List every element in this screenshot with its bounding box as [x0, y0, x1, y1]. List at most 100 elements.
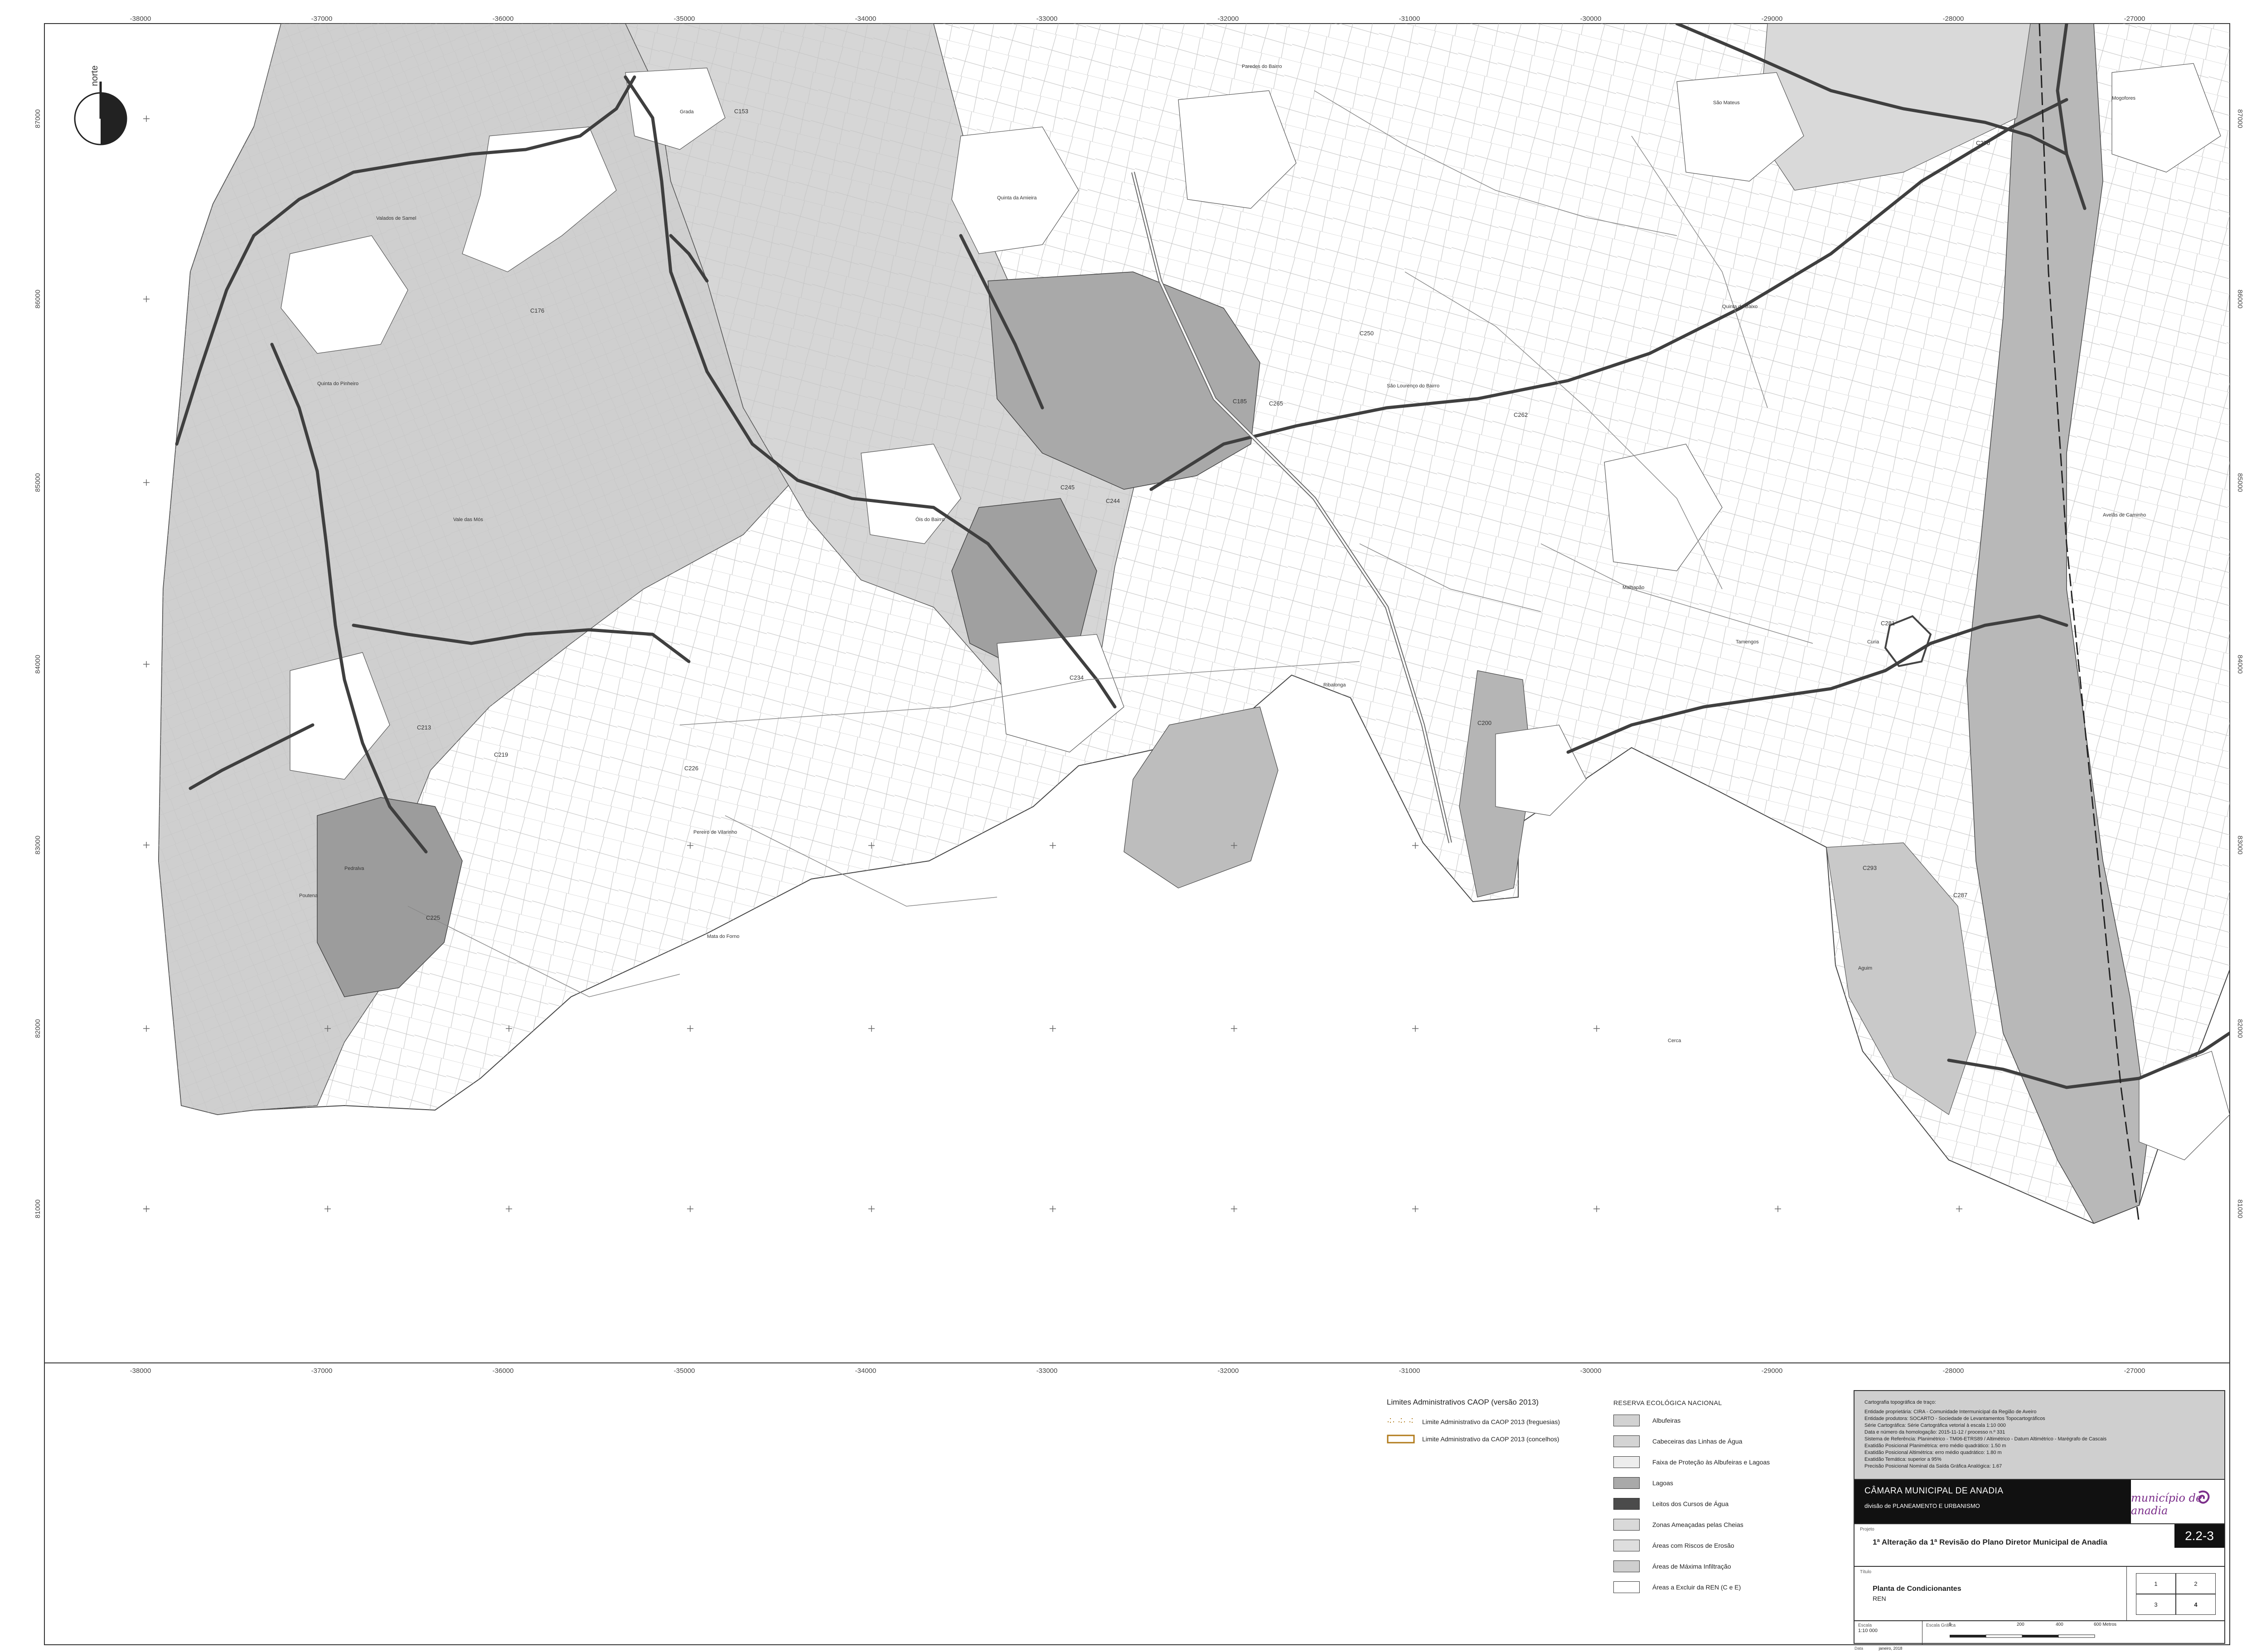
place-label: Poutena	[299, 893, 318, 898]
date-cell: Data janeiro, 2018	[1854, 1644, 1922, 1651]
feature-code: C250	[1360, 330, 1374, 337]
x-tick-label: -34000	[855, 15, 876, 23]
credits-line: Data e número da homologação: 2015-11-12…	[1864, 1430, 2005, 1435]
place-label: Tamengos	[1736, 639, 1759, 645]
y-tick-label: 83000	[34, 836, 42, 855]
legend-ren-item: Faixa de Proteção às Albufeiras e Lagoas	[1613, 1452, 1822, 1473]
x-tick-label: -27000	[2124, 1367, 2145, 1375]
sheet-number: 2.2-3	[2174, 1524, 2224, 1548]
legend-ren-item: Áreas a Excluir da REN (C e E)	[1613, 1577, 1822, 1598]
project-label: Projeto	[1860, 1527, 1874, 1532]
credits-line: Exatidão Posicional Planimétrica: erro m…	[1864, 1443, 2006, 1449]
legend-ren-label: Leitos dos Cursos de Água	[1652, 1500, 1729, 1507]
x-tick-label: -32000	[1218, 15, 1239, 23]
y-tick-label: 84000	[34, 655, 42, 674]
y-tick-label: 87000	[2236, 109, 2244, 128]
x-tick-label: -36000	[493, 1367, 514, 1375]
legend-swatch	[1613, 1435, 1640, 1447]
x-tick-label: -27000	[2124, 15, 2145, 23]
place-label: Quinta da Amieira	[997, 195, 1037, 201]
feature-code: C293	[1863, 865, 1877, 871]
scale-and-date: Escala 1:10 000 Escala Gráfica 0 200 400…	[1854, 1620, 2224, 1645]
sheet-index: 1 2 3 4	[2126, 1566, 2225, 1621]
title-section: Título Planta de Condicionantes REN	[1854, 1566, 2126, 1621]
feature-code: C281	[1881, 620, 1895, 627]
x-tick-label: -38000	[130, 1367, 151, 1375]
legend-ren-label: Áreas com Riscos de Erosão	[1652, 1542, 1734, 1549]
scale-label: Escala	[1858, 1623, 1872, 1628]
double-boundary-icon	[1387, 1434, 1415, 1444]
legend-ren-label: Zonas Ameaçadas pelas Cheias	[1652, 1521, 1743, 1528]
place-label: São Lourenço do Bairro	[1387, 383, 1439, 389]
feature-code: C270	[1976, 140, 1990, 146]
title-block: Cartografia topográfica de traço: Entida…	[1854, 1390, 2225, 1645]
legend-ren-item: Zonas Ameaçadas pelas Cheias	[1613, 1514, 1822, 1535]
sheet-index-cell: 2	[2176, 1573, 2216, 1594]
y-tick-labels-right: 87000 86000 85000 84000 83000 82000 8100…	[2236, 109, 2244, 1218]
x-tick-label: -30000	[1580, 1367, 1602, 1375]
credits-line: Exatidão Temática: superior a 95%	[1864, 1457, 1942, 1462]
legend-ren-label: Cabeceiras das Linhas de Água	[1652, 1438, 1743, 1445]
x-tick-label: -34000	[855, 1367, 876, 1375]
y-tick-label: 81000	[34, 1199, 42, 1218]
graphic-scale-tick: 0	[1949, 1622, 1951, 1627]
legend-ren-item: Cabeceiras das Linhas de Água	[1613, 1431, 1822, 1452]
feature-code: C265	[1269, 400, 1283, 407]
credits-line: Entidade produtora: SOCARTO - Sociedade …	[1864, 1416, 2045, 1421]
feature-code: C245	[1060, 484, 1075, 491]
logo-wordmark: município de anadia	[2131, 1492, 2203, 1517]
feature-code: C262	[1514, 411, 1528, 418]
y-tick-label: 86000	[34, 290, 42, 309]
feature-code: C225	[426, 914, 440, 921]
title-label: Título	[1860, 1570, 1872, 1575]
dashed-boundary-icon	[1387, 1416, 1415, 1427]
feature-code: C200	[1477, 720, 1491, 726]
place-label: Curia	[1867, 639, 1879, 645]
y-tick-label: 87000	[34, 109, 42, 128]
feature-code: C219	[494, 751, 508, 758]
y-tick-label: 82000	[2236, 1019, 2244, 1038]
feature-code: C234	[1070, 674, 1084, 681]
municipality-logo: município de anadia	[2131, 1480, 2224, 1523]
x-tick-label: -37000	[311, 1367, 333, 1375]
legend-ren-label: Lagoas	[1652, 1479, 1673, 1487]
feature-code: C153	[734, 108, 748, 115]
north-arrow: norte	[74, 65, 127, 145]
place-label: Quinta do Pinheiro	[317, 381, 358, 386]
y-tick-label: 86000	[2236, 290, 2244, 309]
legend-caop-title: Limites Administrativos CAOP (versão 201…	[1387, 1398, 1539, 1406]
place-label: Mata do Forno	[707, 934, 740, 939]
date-label: Data	[1854, 1646, 1864, 1651]
credits-line: Sistema de Referência: Planimétrico - TM…	[1864, 1436, 2107, 1442]
project-name: 1ª Alteração da 1ª Revisão do Plano Dire…	[1873, 1538, 2107, 1546]
feature-code: C244	[1106, 498, 1120, 504]
x-tick-label: -33000	[1036, 15, 1058, 23]
place-label: Óis do Bairro	[915, 517, 944, 522]
sheet-index-cell: 4	[2176, 1594, 2216, 1615]
x-tick-label: -29000	[1762, 15, 1783, 23]
place-label: Quinta de Baixo	[1722, 304, 1758, 309]
legend-ren-label: Áreas a Excluir da REN (C e E)	[1652, 1584, 1741, 1591]
x-tick-label: -29000	[1762, 1367, 1783, 1375]
legend-swatch	[1613, 1581, 1640, 1593]
y-tick-labels-left: 87000 86000 85000 84000 83000 82000 8100…	[34, 109, 42, 1218]
graphic-scale-cell: Escala Gráfica 0 200 400 600 Metros	[1922, 1621, 2224, 1645]
place-label: Avelãs de Caminho	[2103, 512, 2146, 518]
credits-line: Exatidão Posicional Altimétrica: erro mé…	[1864, 1450, 2002, 1455]
place-label: Aguim	[1858, 966, 1872, 971]
place-label: Paredes do Bairro	[1242, 64, 1282, 69]
place-label: Vale das Mós	[453, 517, 483, 522]
legend-swatch	[1613, 1519, 1640, 1531]
graphic-scale-tick: 400	[2056, 1622, 2063, 1627]
x-tick-label: -31000	[1399, 15, 1420, 23]
legend-ren-label: Albufeiras	[1652, 1417, 1681, 1424]
legend-ren-item: Lagoas	[1613, 1473, 1822, 1493]
x-tick-labels-top: -38000 -37000 -36000 -35000 -34000 -3300…	[130, 15, 2145, 23]
legend-caop-label: Limite Administrativo da CAOP 2013 (freg…	[1422, 1418, 1560, 1425]
legend-caop-item: Limite Administrativo da CAOP 2013 (freg…	[1387, 1413, 1586, 1430]
place-label: Valados de Samel	[376, 216, 416, 221]
place-label: Pereiro de Vilarinho	[693, 830, 737, 835]
place-label: Malhapão	[1622, 585, 1644, 590]
legend-ren-item: Áreas com Riscos de Erosão	[1613, 1535, 1822, 1556]
feature-code: C176	[530, 307, 544, 314]
